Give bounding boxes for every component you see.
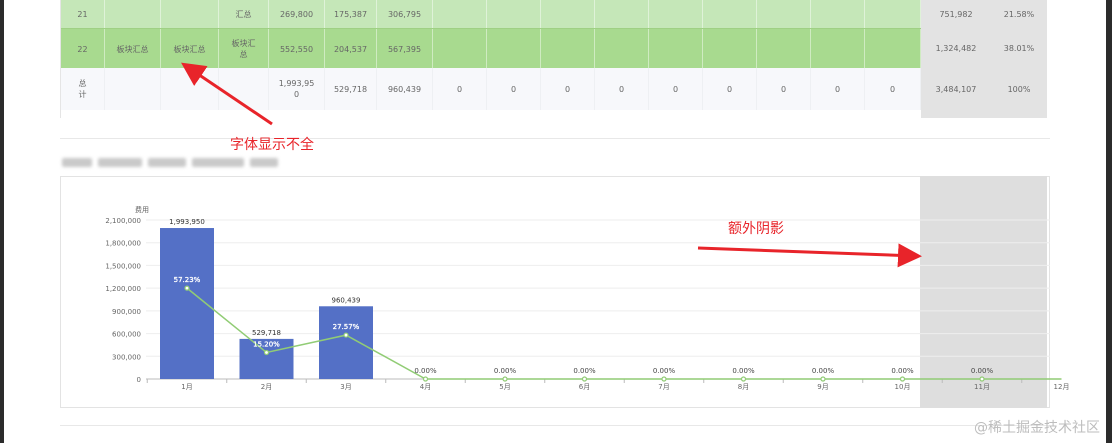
x-tick-label: 12月 [1054, 383, 1070, 391]
divider [60, 425, 1050, 426]
bar-value-label: 1,993,950 [169, 218, 205, 226]
y-tick-label: 300,000 [112, 353, 141, 361]
line-point [502, 376, 508, 382]
line-value-label: 15.20% [253, 341, 280, 349]
annotation-font-issue: 字体显示不全 [230, 137, 314, 153]
cost-chart: 费用 0 300,000 600,000 900,000 1,200,000 1,500,0… [105, 205, 1070, 391]
line-point [422, 376, 429, 382]
x-tick-label: 3月 [340, 383, 351, 391]
line-value-label: 0.00% [971, 367, 994, 375]
y-tick-label: 600,000 [112, 331, 141, 339]
y-tick-label: 900,000 [112, 308, 141, 316]
page: 21 汇总 269,800 175,387 306,795 22 板块汇总 板块汇总 板块汇 … [4, 0, 1106, 443]
watermark: @稀土掘金技术社区 [974, 420, 1100, 436]
x-tick-label: 5月 [499, 383, 510, 391]
x-tick-label: 1月 [181, 383, 192, 391]
line-point [740, 376, 747, 382]
bar-value-label: 529,718 [252, 329, 281, 337]
line-value-label: 0.00% [494, 367, 517, 375]
line-value-label: 0.00% [732, 367, 755, 375]
y-tick-label: 1,500,000 [105, 262, 141, 270]
line-value-label: 27.57% [333, 323, 360, 331]
y-tick-label: 0 [137, 376, 141, 384]
line-point [581, 376, 588, 382]
line-point [343, 332, 349, 338]
line-value-label: 0.00% [812, 367, 835, 375]
line-value-label: 0.00% [414, 367, 437, 375]
y-tick-label: 2,100,000 [105, 217, 141, 225]
x-tick-label: 2月 [261, 383, 272, 391]
bar [319, 306, 373, 379]
line-point [899, 376, 906, 382]
line-value-label: 0.00% [653, 367, 676, 375]
x-tick-label: 11月 [974, 383, 990, 391]
line-value-label: 0.00% [891, 367, 914, 375]
window-frame-right [1106, 0, 1112, 443]
bar-value-label: 960,439 [332, 296, 361, 304]
x-tick-label: 10月 [895, 383, 911, 391]
x-tick-label: 9月 [817, 383, 828, 391]
y-axis-label: 费用 [135, 205, 149, 214]
y-tick-label: 1,200,000 [105, 285, 141, 293]
y-tick-label: 1,800,000 [105, 240, 141, 248]
x-tick-label: 4月 [420, 383, 431, 391]
line-point [661, 376, 667, 382]
x-tick-label: 8月 [738, 383, 749, 391]
line-value-label: 57.23% [174, 276, 201, 284]
line-point [263, 349, 270, 356]
line-point [979, 376, 985, 382]
annotation-extra-shadow: 额外阴影 [728, 221, 784, 237]
x-tick-label: 7月 [658, 383, 669, 391]
line-point [820, 376, 826, 382]
x-tick-label: 6月 [579, 383, 590, 391]
line-value-label: 0.00% [573, 367, 596, 375]
line-point [184, 285, 190, 291]
